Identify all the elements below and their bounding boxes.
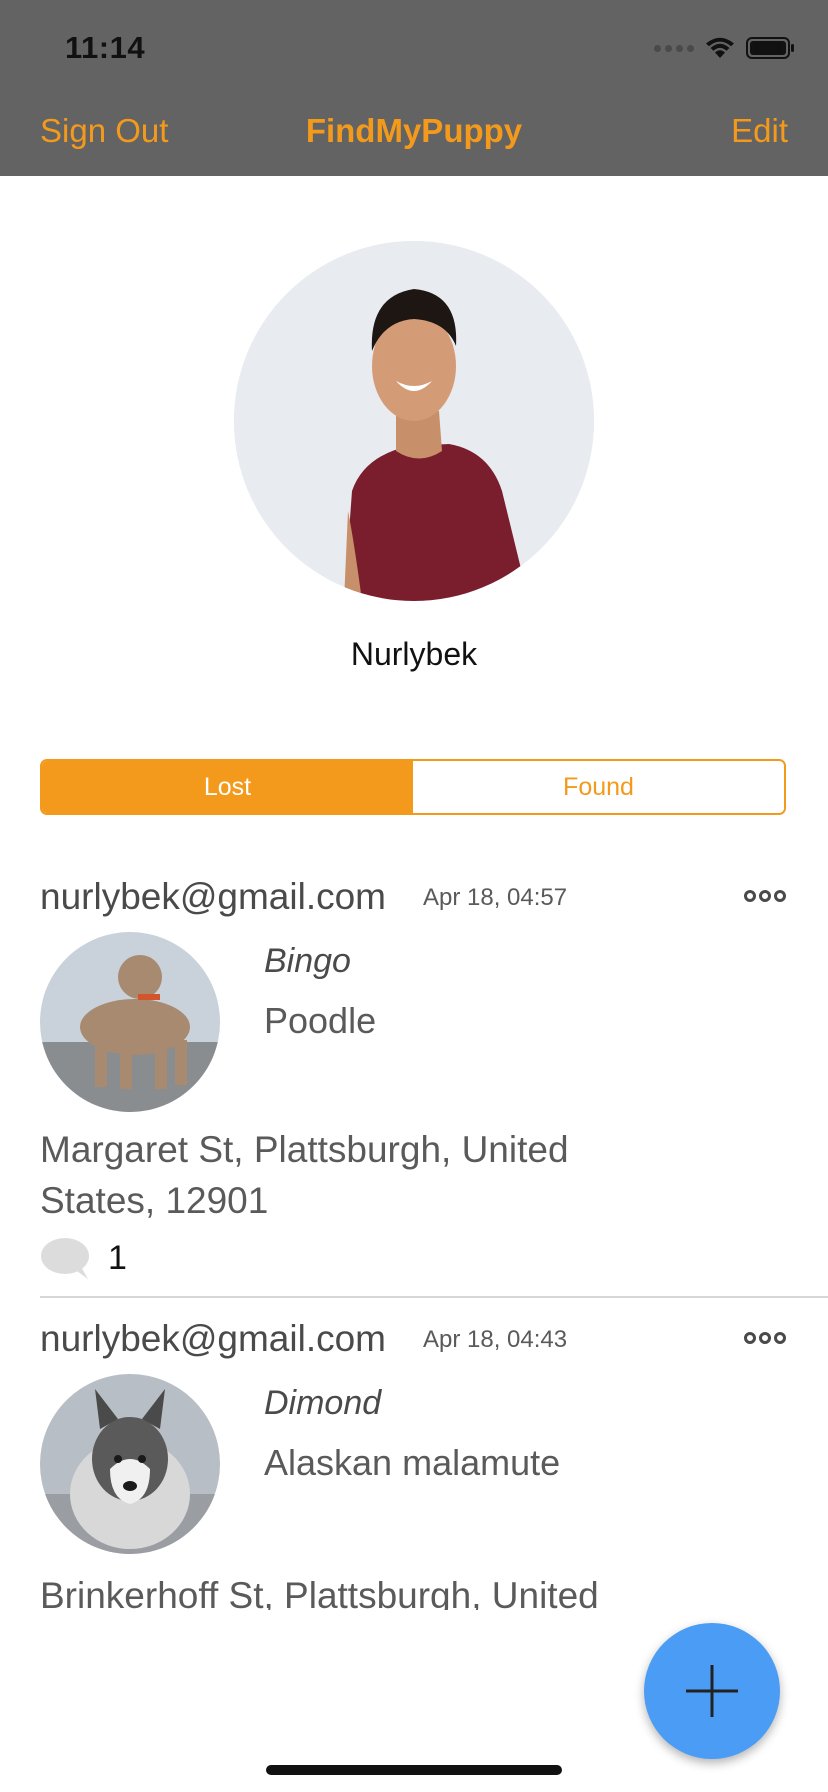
more-icon[interactable] [744,1332,786,1344]
post-address: Brinkerhoff St, Plattsburgh, United [40,1575,599,1610]
post-date: Apr 18, 04:43 [423,1326,568,1353]
comment-icon[interactable] [40,1237,90,1279]
lost-found-segmented-control: Lost Found [40,759,786,815]
pet-photo[interactable] [40,932,220,1112]
app-title: FindMyPuppy [305,112,523,149]
status-icons [654,36,796,60]
post-address: Margaret St, Plattsburgh, United States,… [40,1129,569,1221]
plus-icon [686,1665,738,1717]
comment-count: 1 [108,1239,127,1277]
status-time: 11:14 [65,30,146,65]
more-icon[interactable] [744,890,786,902]
pet-breed: Poodle [264,1000,377,1041]
post-email: nurlybek@gmail.com [40,876,387,917]
battery-icon [746,37,794,59]
segment-lost[interactable]: Lost [42,761,413,813]
pet-name: Dimond [264,1384,382,1422]
profile-avatar[interactable] [234,241,594,601]
profile-name: Nurlybek [350,636,478,672]
signal-icon [654,44,694,52]
pet-name: Bingo [264,942,351,980]
wifi-icon [706,37,734,58]
pet-photo[interactable] [40,1374,220,1554]
segment-found[interactable]: Found [413,761,784,813]
edit-button[interactable]: Edit [731,112,788,150]
post-email: nurlybek@gmail.com [40,1318,387,1359]
home-indicator [266,1765,562,1775]
post-date: Apr 18, 04:57 [423,884,568,911]
divider [40,1296,828,1298]
add-post-button[interactable] [644,1623,780,1759]
navigation-bar: 11:14 Sign Out FindMyPuppy Edit [0,0,828,176]
pet-breed: Alaskan malamute [264,1442,561,1483]
